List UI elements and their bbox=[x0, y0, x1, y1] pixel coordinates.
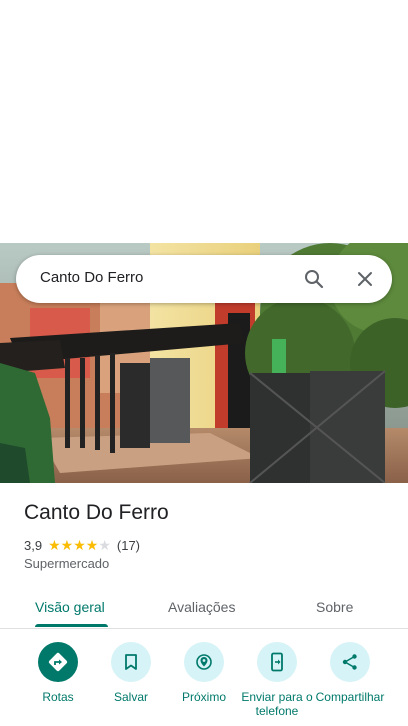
place-category: Supermercado bbox=[24, 556, 110, 571]
nearby-button[interactable]: Próximo bbox=[165, 640, 243, 726]
share-button[interactable]: Compartilhar bbox=[311, 640, 389, 726]
save-label: Salvar bbox=[113, 690, 148, 704]
rating-stars: ★ ★ ★ ★ ★ bbox=[48, 538, 111, 552]
share-label: Compartilhar bbox=[315, 690, 385, 704]
directions-label: Rotas bbox=[42, 690, 74, 704]
star-icon: ★ bbox=[60, 537, 74, 553]
rating-row[interactable]: 3,9 ★ ★ ★ ★ ★ (17) bbox=[24, 536, 140, 554]
star-icon: ★ bbox=[48, 537, 61, 553]
close-icon[interactable] bbox=[353, 267, 377, 291]
bookmark-icon bbox=[111, 642, 151, 682]
star-empty-icon: ★ bbox=[98, 537, 111, 553]
share-icon bbox=[330, 642, 370, 682]
tab-reviews[interactable]: Avaliações bbox=[168, 585, 235, 628]
save-button[interactable]: Salvar bbox=[92, 640, 170, 726]
nearby-label: Próximo bbox=[181, 690, 226, 704]
active-tab-indicator bbox=[35, 624, 108, 627]
send-to-phone-label: Enviar para o telefone bbox=[241, 690, 313, 718]
tab-about[interactable]: Sobre bbox=[316, 585, 353, 628]
nearby-icon bbox=[184, 642, 224, 682]
send-to-phone-icon bbox=[257, 642, 297, 682]
search-input[interactable]: Canto Do Ferro bbox=[40, 269, 143, 286]
directions-button[interactable]: Rotas bbox=[19, 640, 97, 726]
search-bar[interactable]: Canto Do Ferro bbox=[16, 255, 392, 303]
star-icon: ★ bbox=[73, 537, 86, 553]
directions-icon bbox=[38, 642, 78, 682]
search-icon[interactable] bbox=[302, 267, 326, 291]
action-buttons: Rotas Salvar Próximo Enviar para o telef… bbox=[0, 640, 408, 726]
send-to-phone-button[interactable]: Enviar para o telefone bbox=[238, 640, 316, 726]
place-title: Canto Do Ferro bbox=[24, 501, 169, 524]
review-count[interactable]: (17) bbox=[117, 538, 140, 553]
star-icon: ★ bbox=[85, 537, 99, 553]
tab-overview[interactable]: Visão geral bbox=[35, 585, 105, 628]
rating-value: 3,9 bbox=[24, 537, 43, 553]
tab-bar: Visão geral Avaliações Sobre bbox=[0, 585, 408, 629]
